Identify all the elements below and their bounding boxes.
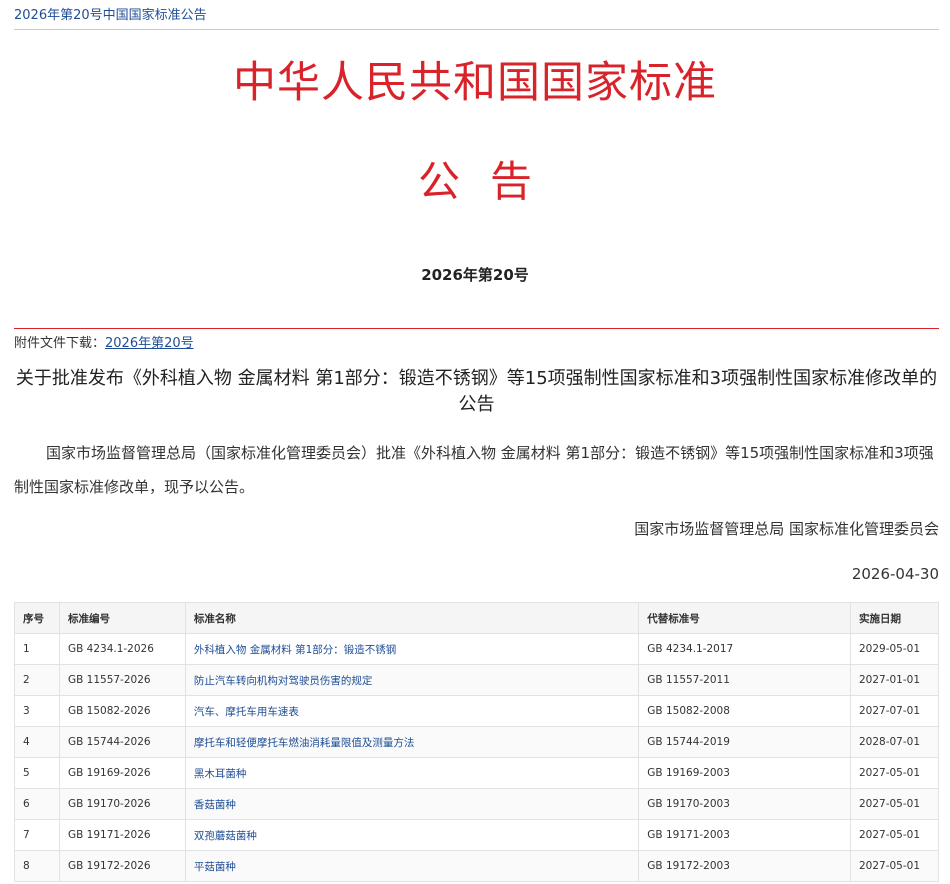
column-header-index: 序号 [14,602,60,634]
document-title: 关于批准发布《外科植入物 金属材料 第1部分：锻造不锈钢》等15项强制性国家标准… [15,368,938,415]
standards-table: 序号 标准编号 标准名称 代替标准号 实施日期 1 GB 4234.1-2026… [14,602,940,882]
cell-replaced-no: GB 19172-2003 [638,850,851,882]
cell-standard-no: GB 15082-2026 [58,695,186,727]
table-row: 4 GB 15744-2026 摩托车和轻便摩托车燃油消耗量限值及测量方法 GB… [14,726,940,758]
attachment-download-link[interactable]: 2026年第20号 [105,336,194,351]
column-header-standard-no: 标准编号 [58,602,186,634]
cell-index: 6 [14,788,60,820]
cell-standard-name-link[interactable]: 黑木耳菌种 [184,757,640,789]
cell-standard-name-link[interactable]: 摩托车和轻便摩托车燃油消耗量限值及测量方法 [184,726,640,758]
attachment-label: 附件文件下载： [14,336,106,351]
cell-index: 5 [14,757,60,789]
cell-standard-no: GB 19172-2026 [58,850,186,882]
cell-standard-no: GB 15744-2026 [58,726,186,758]
red-divider [14,328,939,329]
column-header-effective-date: 实施日期 [849,602,940,634]
cell-replaced-no: GB 4234.1-2017 [638,633,851,665]
cell-replaced-no: GB 19171-2003 [638,819,851,851]
cell-index: 2 [14,664,60,696]
cell-effective-date: 2027-07-01 [849,695,940,727]
signer: 国家市场监督管理总局 国家标准化管理委员会 [634,520,939,538]
cell-standard-name-link[interactable]: 平菇菌种 [184,850,640,882]
document-body: 国家市场监督管理总局（国家标准化管理委员会）批准《外科植入物 金属材料 第1部分… [14,444,934,496]
cell-effective-date: 2028-07-01 [849,726,940,758]
cell-effective-date: 2027-05-01 [849,850,940,882]
column-header-replaced-no: 代替标准号 [638,602,851,634]
cell-index: 1 [14,633,60,665]
table-row: 3 GB 15082-2026 汽车、摩托车用车速表 GB 15082-2008… [14,695,940,727]
cell-index: 8 [14,850,60,882]
cell-standard-name-link[interactable]: 双孢蘑菇菌种 [184,819,640,851]
cell-replaced-no: GB 11557-2011 [638,664,851,696]
cell-effective-date: 2029-05-01 [849,633,940,665]
cell-standard-name-link[interactable]: 外科植入物 金属材料 第1部分：锻造不锈钢 [184,633,640,665]
table-row: 1 GB 4234.1-2026 外科植入物 金属材料 第1部分：锻造不锈钢 G… [14,633,940,665]
cell-effective-date: 2027-05-01 [849,788,940,820]
table-row: 8 GB 19172-2026 平菇菌种 GB 19172-2003 2027-… [14,850,940,882]
cell-index: 4 [14,726,60,758]
column-header-standard-name: 标准名称 [184,602,640,634]
table-row: 7 GB 19171-2026 双孢蘑菇菌种 GB 19171-2003 202… [14,819,940,851]
issue-number: 2026年第20号 [421,266,529,284]
cell-replaced-no: GB 19170-2003 [638,788,851,820]
cell-standard-name-link[interactable]: 防止汽车转向机构对驾驶员伤害的规定 [184,664,640,696]
breadcrumb[interactable]: 2026年第20号中国国家标准公告 [14,4,207,23]
cell-effective-date: 2027-05-01 [849,757,940,789]
table-header-row: 序号 标准编号 标准名称 代替标准号 实施日期 [14,602,940,634]
announcement-title: 公告 [417,157,562,206]
cell-index: 3 [14,695,60,727]
top-divider [14,29,939,30]
cell-standard-no: GB 19170-2026 [58,788,186,820]
cell-standard-no: GB 19171-2026 [58,819,186,851]
cell-standard-no: GB 4234.1-2026 [58,633,186,665]
cell-standard-no: GB 11557-2026 [58,664,186,696]
attachment-line: 附件文件下载：2026年第20号 [14,332,194,351]
table-row: 5 GB 19169-2026 黑木耳菌种 GB 19169-2003 2027… [14,757,940,789]
page-headline: 中华人民共和国国家标准 [233,58,717,108]
cell-effective-date: 2027-01-01 [849,664,940,696]
cell-standard-no: GB 19169-2026 [58,757,186,789]
cell-replaced-no: GB 15744-2019 [638,726,851,758]
cell-replaced-no: GB 19169-2003 [638,757,851,789]
cell-standard-name-link[interactable]: 汽车、摩托车用车速表 [184,695,640,727]
table-row: 2 GB 11557-2026 防止汽车转向机构对驾驶员伤害的规定 GB 115… [14,664,940,696]
publish-date: 2026-04-30 [851,565,939,583]
cell-index: 7 [14,819,60,851]
cell-standard-name-link[interactable]: 香菇菌种 [184,788,640,820]
cell-replaced-no: GB 15082-2008 [638,695,851,727]
cell-effective-date: 2027-05-01 [849,819,940,851]
table-row: 6 GB 19170-2026 香菇菌种 GB 19170-2003 2027-… [14,788,940,820]
